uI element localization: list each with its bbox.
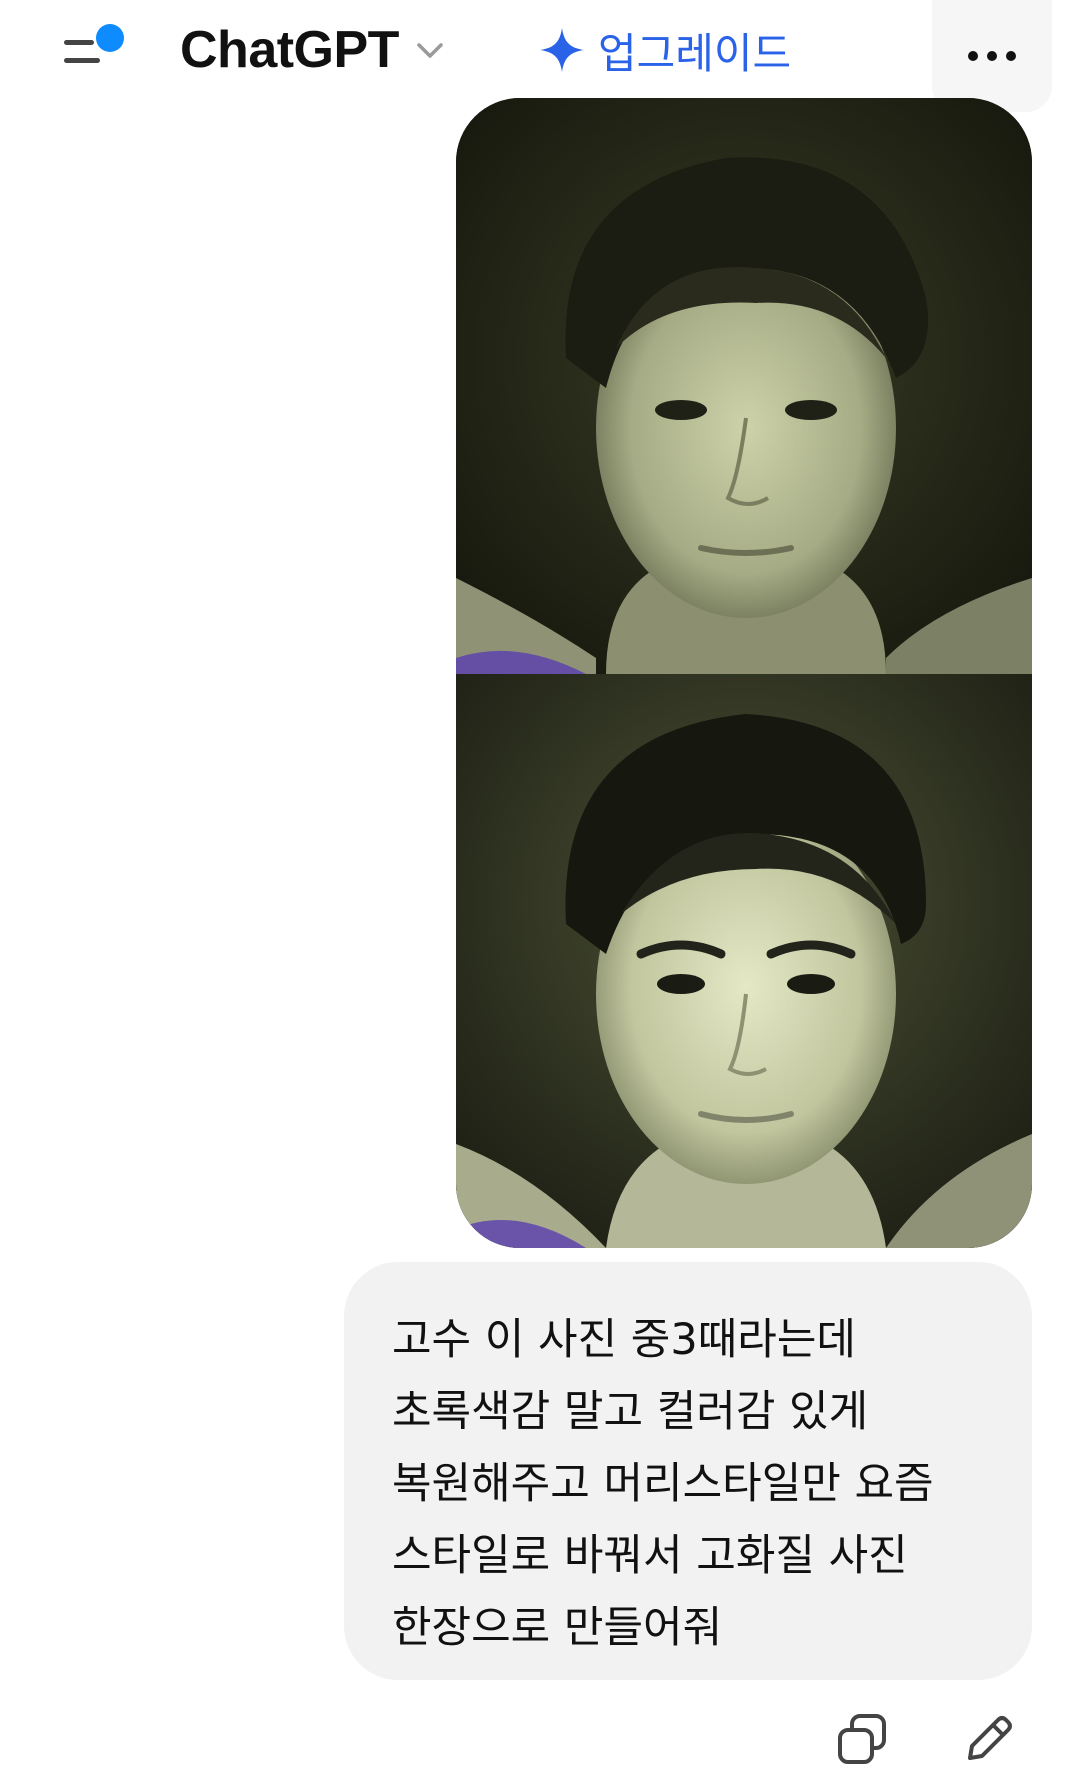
- menu-line-icon: [64, 40, 94, 45]
- sidebar-menu-button[interactable]: [58, 22, 128, 72]
- notification-dot-icon: [96, 24, 124, 52]
- user-message-bubble: 고수 이 사진 중3때라는데 초록색감 말고 컬러감 있게 복원해주고 머리스타…: [344, 1262, 1032, 1680]
- model-name: ChatGPT: [180, 21, 399, 79]
- pencil-edit-icon: [968, 1716, 1012, 1760]
- copy-icon: [838, 1714, 886, 1764]
- top-bar: ChatGPT 업그레이드: [0, 0, 1079, 112]
- user-message-text: 고수 이 사진 중3때라는데 초록색감 말고 컬러감 있게 복원해주고 머리스타…: [392, 1315, 934, 1653]
- upgrade-label: 업그레이드: [598, 28, 792, 78]
- message-actions: [0, 1712, 1079, 1772]
- edit-button[interactable]: [960, 1712, 1016, 1768]
- restored-photo: [456, 674, 1032, 1248]
- model-selector[interactable]: ChatGPT: [180, 18, 445, 82]
- copy-button[interactable]: [834, 1712, 890, 1768]
- menu-line-icon: [64, 58, 100, 63]
- more-options-button[interactable]: [932, 0, 1052, 112]
- chevron-down-icon: [417, 43, 443, 58]
- sparkle-icon: [540, 28, 584, 72]
- original-photo: [456, 98, 1032, 674]
- attached-image[interactable]: [456, 98, 1032, 1248]
- more-horizontal-icon: [968, 51, 1016, 61]
- upgrade-button[interactable]: 업그레이드: [538, 18, 791, 82]
